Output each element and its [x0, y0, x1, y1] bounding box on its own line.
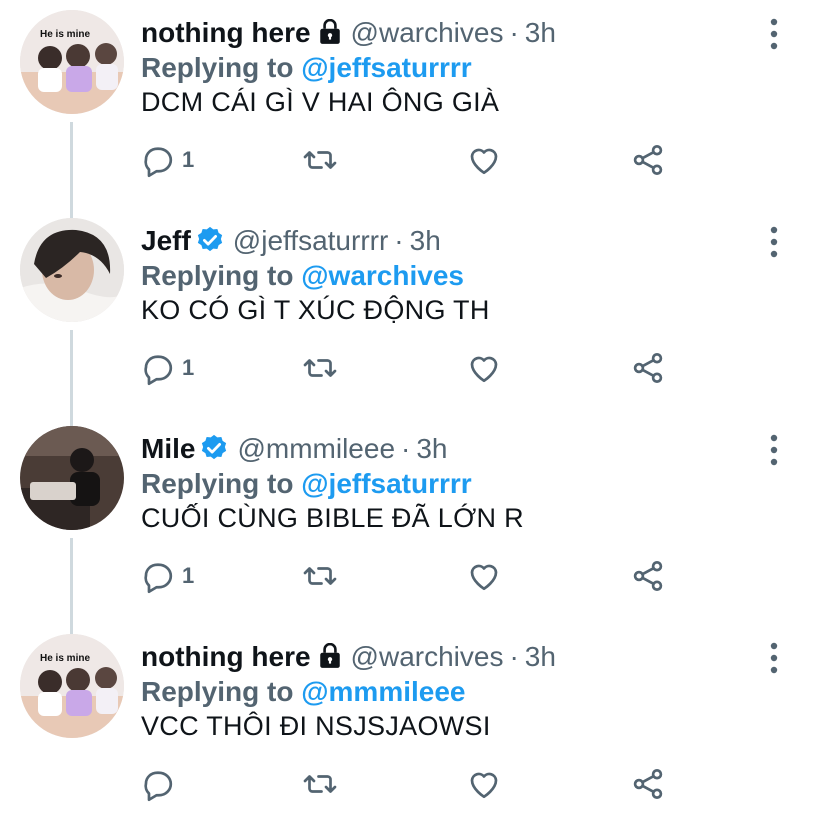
- avatar[interactable]: [20, 218, 124, 322]
- replying-to-prefix: Replying to: [141, 52, 294, 83]
- tweet-text: VCC THÔI ĐI NSJSJAOWSI: [141, 711, 491, 741]
- retweet-button[interactable]: [302, 140, 338, 180]
- replying-to: Replying to @warchives: [141, 258, 464, 294]
- lock-icon: [319, 643, 340, 668]
- action-bar: 1: [140, 348, 700, 388]
- lock-icon: [319, 19, 340, 44]
- verified-badge-icon: [197, 226, 222, 252]
- like-button[interactable]: [466, 348, 502, 388]
- avatar-caption: He is mine: [40, 29, 90, 40]
- handle[interactable]: @warchives: [351, 17, 504, 48]
- retweet-button[interactable]: [302, 764, 338, 804]
- share-icon: [633, 769, 663, 799]
- separator: ·: [394, 225, 404, 256]
- tweet-header: nothing here @warchives · 3h: [141, 14, 556, 52]
- retweet-button[interactable]: [302, 556, 338, 596]
- handle[interactable]: @mmmileee: [237, 433, 395, 464]
- share-button[interactable]: [630, 556, 666, 596]
- timestamp[interactable]: 3h: [525, 17, 556, 48]
- reply-icon: [144, 147, 173, 178]
- share-button[interactable]: [630, 764, 666, 804]
- avatar[interactable]: He is mine: [20, 634, 124, 738]
- share-icon: [633, 145, 663, 175]
- separator: ·: [401, 433, 411, 464]
- replying-to-mention[interactable]: @jeffsaturrrr: [301, 468, 471, 499]
- tweet[interactable]: He is mine nothing here @warchives · 3h Rep…: [0, 0, 828, 208]
- reply-count: 1: [182, 563, 195, 588]
- reply-icon: [144, 355, 173, 386]
- handle[interactable]: @jeffsaturrrr: [233, 225, 389, 256]
- like-button[interactable]: [466, 764, 502, 804]
- tweet-text: DCM CÁI GÌ V HAI ÔNG GIÀ: [141, 87, 500, 117]
- share-icon: [633, 353, 663, 383]
- replying-to-prefix: Replying to: [141, 676, 294, 707]
- retweet-icon: [303, 775, 337, 793]
- reply-button[interactable]: [140, 764, 182, 804]
- separator: ·: [509, 641, 519, 672]
- replying-to-mention[interactable]: @warchives: [301, 260, 464, 291]
- replying-to: Replying to @mmmileee: [141, 674, 466, 710]
- heart-icon: [470, 356, 498, 383]
- more-vertical-icon[interactable]: [762, 16, 786, 52]
- display-name[interactable]: Jeff: [141, 225, 191, 256]
- replying-to: Replying to @jeffsaturrrr: [141, 466, 472, 502]
- replying-to-prefix: Replying to: [141, 260, 294, 291]
- display-name[interactable]: nothing here: [141, 17, 311, 48]
- handle[interactable]: @warchives: [351, 641, 504, 672]
- reply-button[interactable]: 1: [140, 140, 194, 180]
- reply-count: 1: [182, 355, 195, 380]
- tweet-header: Jeff @jeffsaturrrr · 3h: [141, 222, 441, 260]
- like-button[interactable]: [466, 556, 502, 596]
- tweet-text: CUỐI CÙNG BIBLE ĐÃ LỚN R: [141, 503, 524, 533]
- share-icon: [633, 561, 663, 591]
- reply-icon: [144, 771, 173, 802]
- action-bar: [140, 764, 700, 804]
- avatar[interactable]: He is mine: [20, 10, 124, 114]
- tweet-header: Mile @mmmileee · 3h: [141, 430, 448, 468]
- avatar-photo-mile: [20, 426, 124, 530]
- replying-to-mention[interactable]: @mmmileee: [301, 676, 465, 707]
- replying-to: Replying to @jeffsaturrrr: [141, 50, 472, 86]
- share-button[interactable]: [630, 348, 666, 388]
- more-vertical-icon[interactable]: [762, 224, 786, 260]
- action-bar: 1: [140, 140, 700, 180]
- reply-button[interactable]: 1: [140, 556, 194, 596]
- tweet[interactable]: Jeff @jeffsaturrrr · 3h Replying to @warchi…: [0, 208, 828, 416]
- separator: ·: [509, 17, 519, 48]
- timestamp[interactable]: 3h: [525, 641, 556, 672]
- more-vertical-icon[interactable]: [762, 432, 786, 468]
- replying-to-prefix: Replying to: [141, 468, 294, 499]
- tweet[interactable]: He is mine nothing here @warchives · 3h Rep…: [0, 624, 828, 832]
- timestamp[interactable]: 3h: [416, 433, 447, 464]
- avatar-photo-jeff: [20, 218, 124, 322]
- timestamp[interactable]: 3h: [410, 225, 441, 256]
- more-vertical-icon[interactable]: [762, 640, 786, 676]
- retweet-icon: [303, 567, 337, 585]
- display-name[interactable]: nothing here: [141, 641, 311, 672]
- action-bar: 1: [140, 556, 700, 596]
- retweet-icon: [303, 359, 337, 377]
- retweet-icon: [303, 151, 337, 169]
- verified-badge-icon: [202, 434, 227, 460]
- avatar[interactable]: [20, 426, 124, 530]
- share-button[interactable]: [630, 140, 666, 180]
- avatar-photo-couple: He is mine: [20, 634, 124, 738]
- avatar-caption: He is mine: [40, 653, 90, 664]
- reply-icon: [144, 563, 173, 594]
- heart-icon: [470, 148, 498, 175]
- heart-icon: [470, 564, 498, 591]
- avatar-photo-couple: He is mine: [20, 10, 124, 114]
- tweet[interactable]: Mile @mmmileee · 3h Replying to @jeffsaturr…: [0, 416, 828, 624]
- heart-icon: [470, 772, 498, 799]
- replying-to-mention[interactable]: @jeffsaturrrr: [301, 52, 471, 83]
- reply-button[interactable]: 1: [140, 348, 194, 388]
- reply-count: 1: [182, 147, 195, 172]
- retweet-button[interactable]: [302, 348, 338, 388]
- display-name[interactable]: Mile: [141, 433, 195, 464]
- like-button[interactable]: [466, 140, 502, 180]
- tweet-header: nothing here @warchives · 3h: [141, 638, 556, 676]
- tweet-text: KO CÓ GÌ T XÚC ĐỘNG TH: [141, 295, 490, 325]
